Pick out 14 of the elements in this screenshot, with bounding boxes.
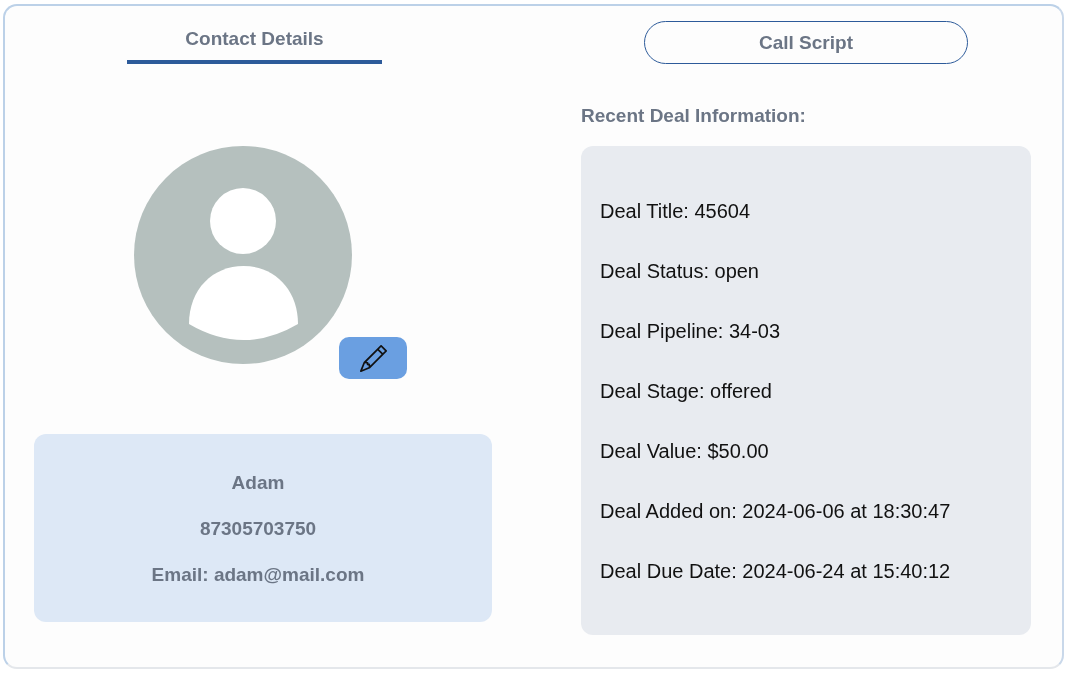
edit-button[interactable] [339, 337, 407, 379]
tab[interactable]: Contact Details [127, 27, 382, 64]
email-text: Email: adam@mail.com [151, 563, 365, 587]
contact-name: Adam [231, 471, 285, 495]
deal-field: Deal Added on: 2024-06-06 at 18:30:47 [600, 499, 951, 523]
deal-field: Deal Pipeline: 34-03 [600, 319, 781, 343]
deal-field: Deal Due Date: 2024-06-24 at 15:40:12 [600, 559, 951, 583]
deal-field: Deal Status: open [600, 259, 759, 283]
deal-field: Deal Value: $50.00 [600, 439, 769, 463]
deal-field: Deal Title: 45604 [600, 199, 751, 223]
deal-field: Deal Stage: offered [600, 379, 772, 403]
pencil-icon [359, 344, 387, 372]
section-heading: Recent Deal Information: [581, 104, 806, 128]
phone-number: 87305703750 [199, 517, 317, 541]
